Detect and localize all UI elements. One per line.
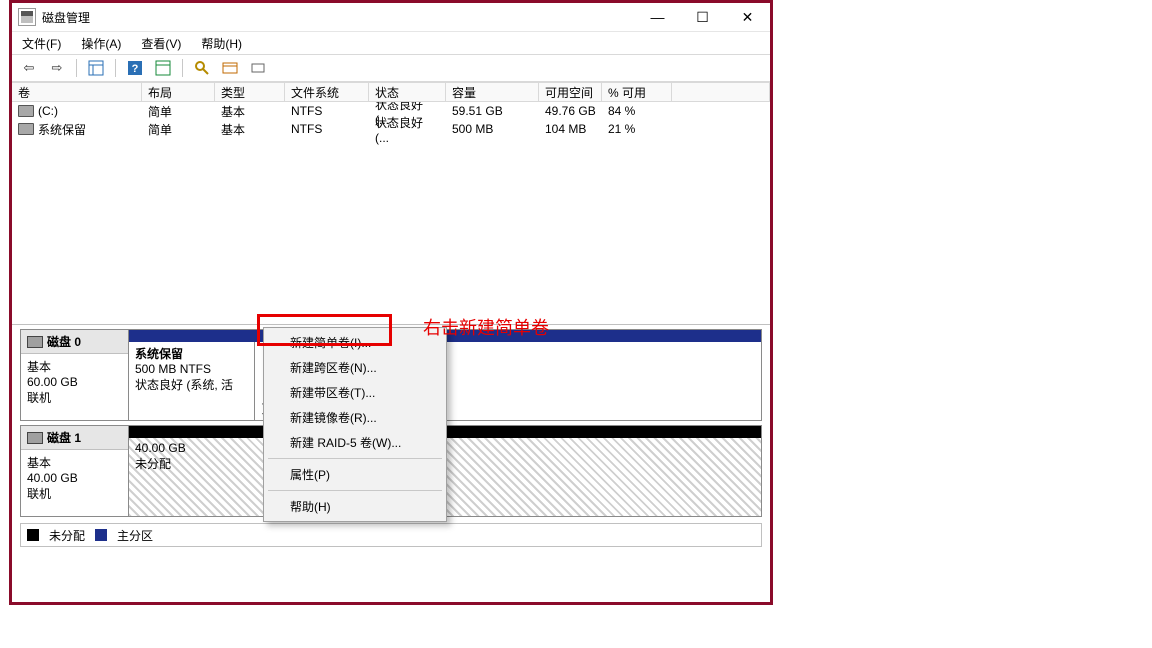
volume-icon bbox=[18, 105, 34, 117]
cell-free: 49.76 GB bbox=[539, 103, 602, 119]
cell-layout: 简单 bbox=[142, 102, 215, 121]
volume-table-header: 卷 布局 类型 文件系统 状态 容量 可用空间 % 可用 bbox=[12, 82, 770, 102]
cell-capacity: 59.51 GB bbox=[446, 103, 539, 119]
menubar: 文件(F) 操作(A) 查看(V) 帮助(H) bbox=[12, 32, 770, 55]
cell-volume: 系统保留 bbox=[38, 121, 86, 138]
disk-status: 联机 bbox=[27, 485, 122, 502]
partition-status: 状态良好 (系统, 活 bbox=[135, 376, 248, 393]
svg-text:?: ? bbox=[132, 63, 139, 75]
action-icon[interactable] bbox=[247, 57, 269, 79]
cell-capacity: 500 MB bbox=[446, 121, 539, 137]
cell-volume: (C:) bbox=[38, 104, 58, 118]
forward-icon[interactable]: ⇨ bbox=[46, 57, 68, 79]
col-free[interactable]: 可用空间 bbox=[539, 82, 602, 102]
context-item-properties[interactable]: 属性(P) bbox=[266, 462, 444, 487]
disk-icon bbox=[27, 432, 43, 444]
settings-icon[interactable] bbox=[152, 57, 174, 79]
context-separator bbox=[268, 458, 442, 459]
back-icon[interactable]: ⇦ bbox=[18, 57, 40, 79]
col-type[interactable]: 类型 bbox=[215, 82, 285, 102]
legend-label-primary: 主分区 bbox=[117, 527, 153, 544]
col-capacity[interactable]: 容量 bbox=[446, 82, 539, 102]
cell-type: 基本 bbox=[215, 120, 285, 139]
cell-pctfree: 21 % bbox=[602, 121, 672, 137]
col-status[interactable]: 状态 bbox=[369, 82, 446, 102]
disk-size: 60.00 GB bbox=[27, 375, 122, 389]
col-fs[interactable]: 文件系统 bbox=[285, 82, 369, 102]
volume-icon bbox=[18, 123, 34, 135]
disk-type: 基本 bbox=[27, 454, 122, 471]
cell-fs: NTFS bbox=[285, 121, 369, 137]
cell-status: 状态良好 (... bbox=[369, 113, 446, 146]
disk-status: 联机 bbox=[27, 389, 122, 406]
context-item-new-raid5-volume[interactable]: 新建 RAID-5 卷(W)... bbox=[266, 430, 444, 455]
col-volume[interactable]: 卷 bbox=[12, 82, 142, 102]
menu-help[interactable]: 帮助(H) bbox=[197, 33, 246, 54]
close-button[interactable]: ✕ bbox=[725, 3, 770, 31]
context-item-new-spanned-volume[interactable]: 新建跨区卷(N)... bbox=[266, 355, 444, 380]
app-icon bbox=[18, 8, 36, 26]
window-title: 磁盘管理 bbox=[42, 9, 90, 26]
legend-swatch-primary bbox=[95, 529, 107, 541]
disk-name: 磁盘 0 bbox=[47, 333, 81, 350]
toolbar: ⇦ ⇨ ? bbox=[12, 55, 770, 82]
cell-pctfree: 84 % bbox=[602, 103, 672, 119]
disk-type: 基本 bbox=[27, 358, 122, 375]
context-item-help[interactable]: 帮助(H) bbox=[266, 494, 444, 519]
context-item-new-simple-volume[interactable]: 新建简单卷(I)... bbox=[266, 330, 444, 355]
cell-type: 基本 bbox=[215, 102, 285, 121]
context-item-new-mirror-volume[interactable]: 新建镜像卷(R)... bbox=[266, 405, 444, 430]
legend-swatch-unallocated bbox=[27, 529, 39, 541]
menu-action[interactable]: 操作(A) bbox=[77, 33, 125, 54]
context-menu: 新建简单卷(I)... 新建跨区卷(N)... 新建带区卷(T)... 新建镜像… bbox=[263, 327, 447, 522]
list-icon[interactable] bbox=[219, 57, 241, 79]
disk-name: 磁盘 1 bbox=[47, 429, 81, 446]
disk-size: 40.00 GB bbox=[27, 471, 122, 485]
disk-info: 磁盘 1 基本 40.00 GB 联机 bbox=[21, 426, 129, 516]
context-separator bbox=[268, 490, 442, 491]
refresh-icon[interactable] bbox=[191, 57, 213, 79]
col-spacer bbox=[672, 82, 770, 102]
partition-detail: 500 MB NTFS bbox=[135, 362, 248, 376]
help-icon[interactable]: ? bbox=[124, 57, 146, 79]
titlebar: 磁盘管理 — ☐ ✕ bbox=[12, 3, 770, 32]
partition-title: 系统保留 bbox=[135, 345, 248, 362]
col-layout[interactable]: 布局 bbox=[142, 82, 215, 102]
disk-info: 磁盘 0 基本 60.00 GB 联机 bbox=[21, 330, 129, 420]
cell-free: 104 MB bbox=[539, 121, 602, 137]
partition[interactable]: 系统保留 500 MB NTFS 状态良好 (系统, 活 bbox=[129, 342, 255, 420]
maximize-button[interactable]: ☐ bbox=[680, 3, 725, 31]
menu-file[interactable]: 文件(F) bbox=[18, 33, 65, 54]
menu-view[interactable]: 查看(V) bbox=[137, 33, 185, 54]
cell-fs: NTFS bbox=[285, 103, 369, 119]
legend-label-unallocated: 未分配 bbox=[49, 527, 85, 544]
table-row[interactable]: 系统保留 简单 基本 NTFS 状态良好 (... 500 MB 104 MB … bbox=[12, 120, 770, 138]
view-icon[interactable] bbox=[85, 57, 107, 79]
cell-layout: 简单 bbox=[142, 120, 215, 139]
volume-table: 卷 布局 类型 文件系统 状态 容量 可用空间 % 可用 (C:) 简单 基本 … bbox=[12, 82, 770, 325]
legend: 未分配 主分区 bbox=[20, 523, 762, 547]
context-item-new-striped-volume[interactable]: 新建带区卷(T)... bbox=[266, 380, 444, 405]
minimize-button[interactable]: — bbox=[635, 3, 680, 31]
col-pctfree[interactable]: % 可用 bbox=[602, 82, 672, 102]
disk-icon bbox=[27, 336, 43, 348]
